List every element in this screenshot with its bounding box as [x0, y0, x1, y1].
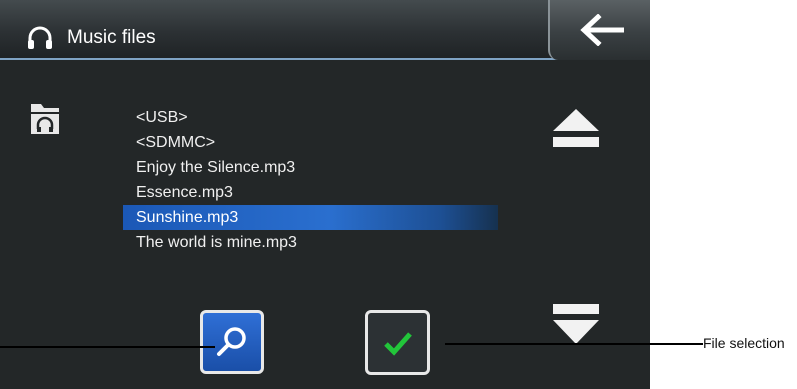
list-item-enjoy-the-silence[interactable]: Enjoy the Silence.mp3: [123, 155, 498, 180]
callout-label: File selection: [703, 335, 785, 351]
title-bar: Music files: [0, 0, 650, 60]
checkmark-icon: [384, 332, 412, 356]
list-item-essence[interactable]: Essence.mp3: [123, 180, 498, 205]
music-folder-icon: [31, 104, 59, 134]
file-list: <USB> <SDMMC> Enjoy the Silence.mp3 Esse…: [123, 105, 498, 255]
back-arrow-icon: [580, 14, 624, 46]
list-item-usb[interactable]: <USB>: [123, 105, 498, 130]
page-title: Music files: [67, 27, 156, 48]
back-button[interactable]: [548, 0, 650, 60]
callout-leader-line-left: [0, 346, 215, 348]
scroll-up-icon[interactable]: [551, 107, 601, 149]
scroll-down-icon[interactable]: [551, 300, 601, 348]
list-item-sdmmc[interactable]: <SDMMC>: [123, 130, 498, 155]
headphones-icon: [28, 26, 52, 49]
list-item-sunshine-selected[interactable]: Sunshine.mp3: [123, 205, 498, 230]
callout-leader-line-right: [445, 343, 703, 345]
list-item-the-world-is-mine[interactable]: The world is mine.mp3: [123, 230, 498, 255]
confirm-button[interactable]: [365, 310, 430, 375]
music-player-screen: Music files <USB> <SDMMC> Enjoy the Sile…: [0, 0, 650, 389]
search-button[interactable]: [200, 310, 264, 374]
search-icon: [217, 327, 246, 356]
